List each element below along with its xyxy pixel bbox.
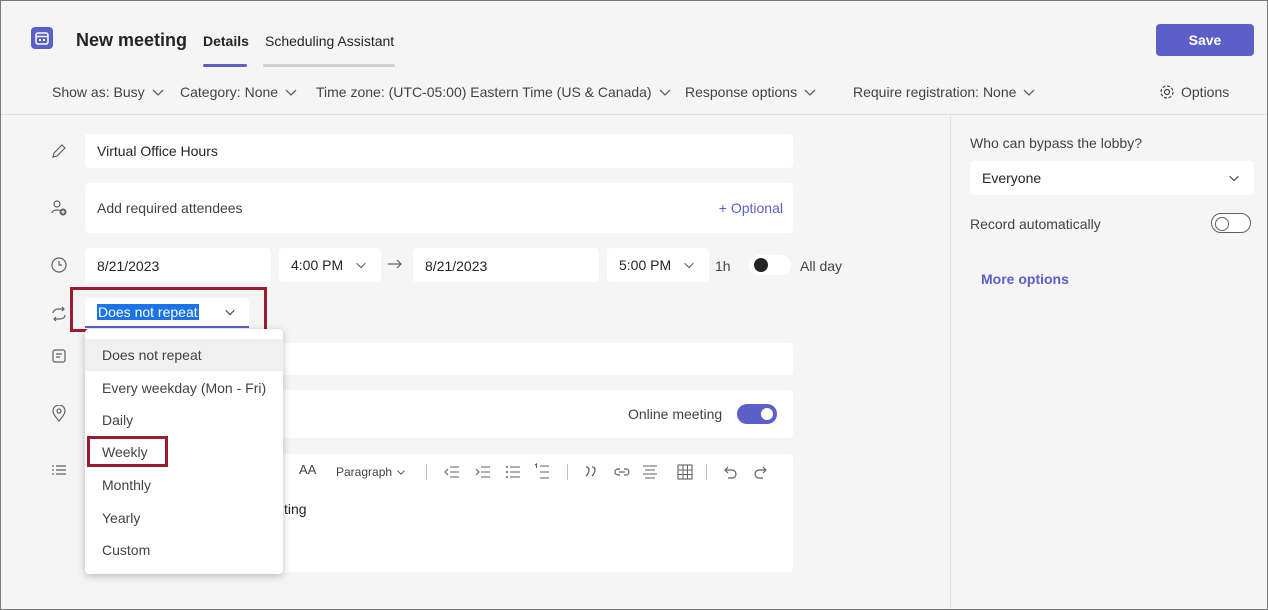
- toolbar-divider: [706, 464, 707, 480]
- end-date-input[interactable]: 8/21/2023: [413, 248, 599, 282]
- toolbar-divider: [426, 464, 427, 480]
- all-day-label: All day: [800, 258, 843, 274]
- annotation-highlight-weekly: [87, 436, 168, 467]
- chevron-down-icon: [152, 89, 164, 96]
- start-date-input[interactable]: 8/21/2023: [85, 248, 271, 282]
- record-toggle[interactable]: [1211, 213, 1251, 233]
- chevron-down-icon: [659, 89, 671, 96]
- toggle-knob: [754, 258, 768, 272]
- start-time-dropdown[interactable]: 4:00 PM: [279, 248, 381, 282]
- start-date-value: 8/21/2023: [97, 258, 160, 274]
- repeat-option-daily[interactable]: Daily: [85, 404, 283, 436]
- optional-attendees-link[interactable]: + Optional: [719, 200, 783, 216]
- chevron-down-icon: [804, 89, 816, 96]
- lobby-dropdown[interactable]: Everyone: [970, 161, 1254, 195]
- save-button[interactable]: Save: [1156, 24, 1254, 56]
- options-button[interactable]: Options: [1159, 84, 1229, 100]
- show-as-dropdown[interactable]: Show as: Busy: [52, 84, 165, 100]
- repeat-option-every-weekday[interactable]: Every weekday (Mon - Fri): [85, 372, 283, 404]
- time-zone-dropdown[interactable]: Time zone: (UTC-05:00) Eastern Time (US …: [316, 84, 672, 100]
- chevron-down-icon: [356, 262, 366, 269]
- response-options-dropdown[interactable]: Response options: [685, 84, 817, 100]
- lobby-value: Everyone: [982, 170, 1042, 186]
- redo-icon[interactable]: [752, 463, 770, 481]
- attendees-input[interactable]: Add required attendees + Optional: [85, 183, 793, 233]
- end-date-value: 8/21/2023: [425, 258, 488, 274]
- require-registration-label: Require registration: None: [853, 84, 1017, 100]
- record-label: Record automatically: [970, 216, 1101, 232]
- start-time-value: 4:00 PM: [291, 257, 344, 273]
- annotation-highlight-repeat: [70, 287, 267, 332]
- chevron-down-icon: [1229, 175, 1239, 182]
- title-input[interactable]: Virtual Office Hours: [85, 134, 793, 168]
- show-as-label: Show as: Busy: [52, 84, 145, 100]
- pencil-icon: [49, 141, 69, 161]
- chevron-down-icon: [684, 262, 694, 269]
- time-zone-label: Time zone: (UTC-05:00) Eastern Time (US …: [316, 84, 652, 100]
- quote-icon[interactable]: [584, 465, 598, 479]
- header: New meeting Details Scheduling Assistant…: [1, 1, 1267, 69]
- lobby-label: Who can bypass the lobby?: [970, 135, 1142, 151]
- table-icon[interactable]: [677, 464, 693, 480]
- decrease-indent-icon[interactable]: [444, 464, 460, 480]
- toolbar-divider: [567, 464, 568, 480]
- attendees-placeholder: Add required attendees: [97, 200, 243, 216]
- location-icon: [49, 404, 69, 424]
- category-dropdown[interactable]: Category: None: [180, 84, 298, 100]
- options-label: Options: [1181, 84, 1230, 100]
- category-label: Category: None: [180, 84, 279, 100]
- more-options-link[interactable]: More options: [981, 271, 1069, 287]
- repeat-option-yearly[interactable]: Yearly: [85, 502, 283, 534]
- repeat-option-custom[interactable]: Custom: [85, 534, 283, 566]
- active-tab-indicator: [203, 64, 247, 67]
- response-options-label: Response options: [685, 84, 798, 100]
- page-title: New meeting: [76, 30, 188, 50]
- link-icon[interactable]: [613, 466, 631, 478]
- arrow-right-icon: [387, 257, 403, 274]
- clock-icon: [49, 255, 69, 275]
- gear-icon: [1160, 85, 1174, 99]
- undo-icon[interactable]: [721, 463, 739, 481]
- details-list-icon: [49, 460, 69, 480]
- meeting-options-toolbar: Show as: Busy Category: None Time zone: …: [1, 69, 1267, 115]
- online-meeting-toggle[interactable]: [737, 404, 777, 424]
- title-value: Virtual Office Hours: [97, 143, 218, 159]
- tab-scheduling-assistant[interactable]: Scheduling Assistant: [265, 33, 394, 49]
- duration-label: 1h: [715, 258, 731, 274]
- chevron-down-icon: [285, 89, 297, 96]
- meeting-window: New meeting Details Scheduling Assistant…: [0, 0, 1268, 610]
- tab-details[interactable]: Details: [203, 33, 249, 49]
- end-time-value: 5:00 PM: [619, 257, 672, 273]
- tab-hover-indicator: [263, 64, 395, 67]
- repeat-option-does-not-repeat[interactable]: Does not repeat: [85, 339, 283, 371]
- end-time-dropdown[interactable]: 5:00 PM: [607, 248, 709, 282]
- repeat-icon: [49, 304, 69, 324]
- channel-icon: [49, 346, 69, 366]
- all-day-toggle[interactable]: [749, 255, 791, 275]
- chevron-down-icon: [1023, 89, 1035, 96]
- repeat-option-monthly[interactable]: Monthly: [85, 469, 283, 501]
- paragraph-label: Paragraph: [336, 465, 393, 479]
- numbered-list-icon[interactable]: [534, 463, 550, 481]
- font-size-icon[interactable]: AA: [299, 462, 316, 477]
- body-text: ting: [284, 501, 307, 517]
- calendar-icon: [31, 27, 53, 49]
- bulleted-list-icon[interactable]: [505, 464, 521, 480]
- add-person-icon: [49, 198, 69, 218]
- align-icon[interactable]: [642, 463, 658, 481]
- chevron-down-icon: [397, 470, 405, 475]
- increase-indent-icon[interactable]: [475, 464, 491, 480]
- online-meeting-label: Online meeting: [628, 406, 723, 422]
- require-registration-dropdown[interactable]: Require registration: None: [853, 84, 1036, 100]
- paragraph-style-dropdown[interactable]: Paragraph: [336, 465, 406, 479]
